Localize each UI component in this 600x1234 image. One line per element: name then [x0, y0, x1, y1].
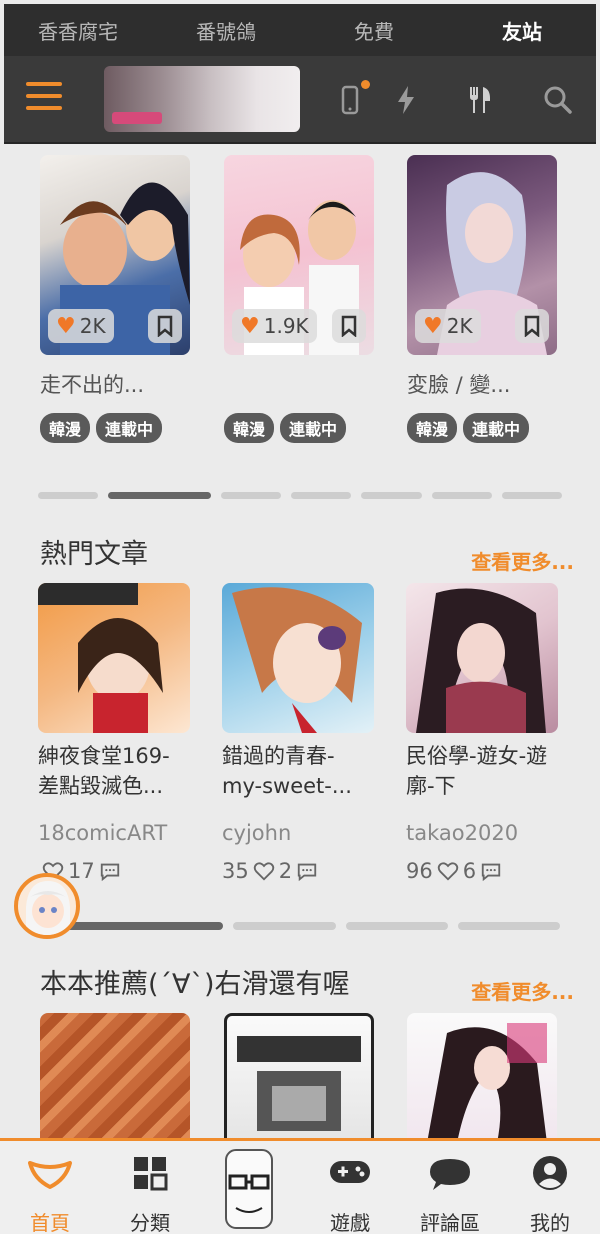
tag-genre[interactable]: 韓漫	[407, 413, 458, 443]
phone-icon[interactable]	[332, 80, 370, 118]
comic-cover[interactable]: ♥ 2K	[40, 155, 190, 355]
tab-fanhaoge[interactable]: 番號鴿	[152, 16, 300, 45]
heart-outline-icon[interactable]	[253, 860, 275, 882]
heart-icon: ♥	[56, 313, 76, 339]
comic-title[interactable]: 走不出的...	[40, 369, 190, 399]
tag-genre[interactable]: 韓漫	[40, 413, 91, 443]
comment-icon[interactable]	[99, 860, 121, 882]
hot-articles-title: 熱門文章	[40, 539, 148, 570]
article-title[interactable]: 民俗學-遊女-遊廓-下	[406, 741, 558, 801]
tab-free[interactable]: 免費	[300, 16, 448, 45]
tab-xiangxiang[interactable]: 香香腐宅	[4, 16, 152, 45]
like-count: 96	[406, 859, 433, 883]
comic-card[interactable]: ♥ 2K 変臉 / 變... 韓漫 連載中	[407, 155, 557, 443]
heart-outline-icon[interactable]	[437, 860, 459, 882]
comic-title[interactable]: 変臉 / 變...	[407, 369, 557, 399]
nav-games[interactable]: 遊戲	[300, 1141, 400, 1234]
article-carousel-pager[interactable]	[60, 922, 560, 930]
tag-status[interactable]: 連載中	[280, 413, 347, 443]
hot-articles-see-more[interactable]: 查看更多...	[471, 546, 574, 575]
fork-knife-icon[interactable]	[462, 82, 498, 118]
user-icon	[533, 1156, 567, 1190]
comic-card[interactable]: ♥ 2K 走不出的... 韓漫 連載中	[40, 155, 190, 443]
like-count[interactable]: ♥ 2K	[48, 309, 114, 343]
comic-cover[interactable]: ♥ 2K	[407, 155, 557, 355]
like-count[interactable]: ♥ 1.9K	[232, 309, 317, 343]
chat-icon	[430, 1159, 470, 1190]
comment-count: 17	[68, 859, 95, 883]
nav-category[interactable]: 分類	[100, 1141, 200, 1234]
article-title[interactable]: 紳夜食堂169-差點毀滅色...	[38, 741, 190, 801]
bookmark-icon[interactable]	[332, 309, 366, 343]
article-title[interactable]: 錯過的青春-my-sweet-...	[222, 741, 374, 801]
top-tabs: 香香腐宅 番號鴿 免費 友站	[4, 4, 596, 56]
heart-icon: ♥	[423, 313, 443, 339]
notification-dot	[361, 80, 370, 89]
comic-carousel-pager[interactable]	[38, 492, 563, 500]
article-card[interactable]: 錯過的青春-my-sweet-... cyjohn 35 2	[222, 583, 374, 883]
comic-card[interactable]: ♥ 1.9K 韓漫 連載中	[224, 155, 374, 443]
nav-profile[interactable]: 我的	[500, 1141, 600, 1234]
recommend-see-more[interactable]: 查看更多...	[471, 976, 574, 1005]
floating-avatar-button[interactable]	[14, 873, 80, 939]
recommend-thumbnail[interactable]	[407, 1013, 557, 1143]
comment-icon[interactable]	[296, 860, 318, 882]
grid-icon	[134, 1157, 168, 1191]
lightning-icon[interactable]	[388, 82, 424, 118]
tag-genre[interactable]: 韓漫	[224, 413, 275, 443]
recommend-thumbnail[interactable]	[40, 1013, 190, 1143]
app-header	[4, 56, 596, 144]
like-count: 35	[222, 859, 249, 883]
article-thumbnail[interactable]	[222, 583, 374, 733]
comment-count: 2	[278, 859, 293, 883]
like-count[interactable]: ♥ 2K	[415, 309, 481, 343]
tag-status[interactable]: 連載中	[96, 413, 163, 443]
tab-friends[interactable]: 友站	[448, 16, 596, 45]
article-stats: 96 6	[406, 859, 558, 883]
recommend-thumbnail[interactable]	[224, 1013, 374, 1143]
home-icon	[28, 1161, 72, 1189]
nav-home[interactable]: 首頁	[0, 1141, 100, 1234]
article-author[interactable]: takao2020	[406, 821, 558, 845]
menu-icon[interactable]	[26, 82, 62, 114]
article-card[interactable]: 紳夜食堂169-差點毀滅色... 18comicART 17	[38, 583, 190, 883]
site-logo[interactable]	[104, 66, 300, 132]
article-card[interactable]: 民俗學-遊女-遊廓-下 takao2020 96 6	[406, 583, 558, 883]
comic-cover[interactable]: ♥ 1.9K	[224, 155, 374, 355]
bookmark-icon[interactable]	[148, 309, 182, 343]
recommend-title: 本本推薦(ˊ∀ˋ)右滑還有喔	[40, 969, 350, 1000]
article-author[interactable]: cyjohn	[222, 821, 374, 845]
tag-status[interactable]: 連載中	[463, 413, 530, 443]
bookmark-icon[interactable]	[515, 309, 549, 343]
comic-title[interactable]	[224, 369, 374, 399]
article-stats: 35 2	[222, 859, 374, 883]
article-thumbnail[interactable]	[38, 583, 190, 733]
nav-center-mascot[interactable]	[216, 1146, 282, 1232]
search-icon[interactable]	[540, 82, 576, 118]
gamepad-icon	[330, 1161, 370, 1183]
bottom-nav: 首頁 分類 遊戲 評論區 我的	[0, 1138, 600, 1234]
article-thumbnail[interactable]	[406, 583, 558, 733]
heart-icon: ♥	[240, 313, 260, 339]
comment-icon[interactable]	[480, 860, 502, 882]
nav-comments[interactable]: 評論區	[400, 1141, 500, 1234]
comment-count: 6	[462, 859, 477, 883]
article-author[interactable]: 18comicART	[38, 821, 190, 845]
